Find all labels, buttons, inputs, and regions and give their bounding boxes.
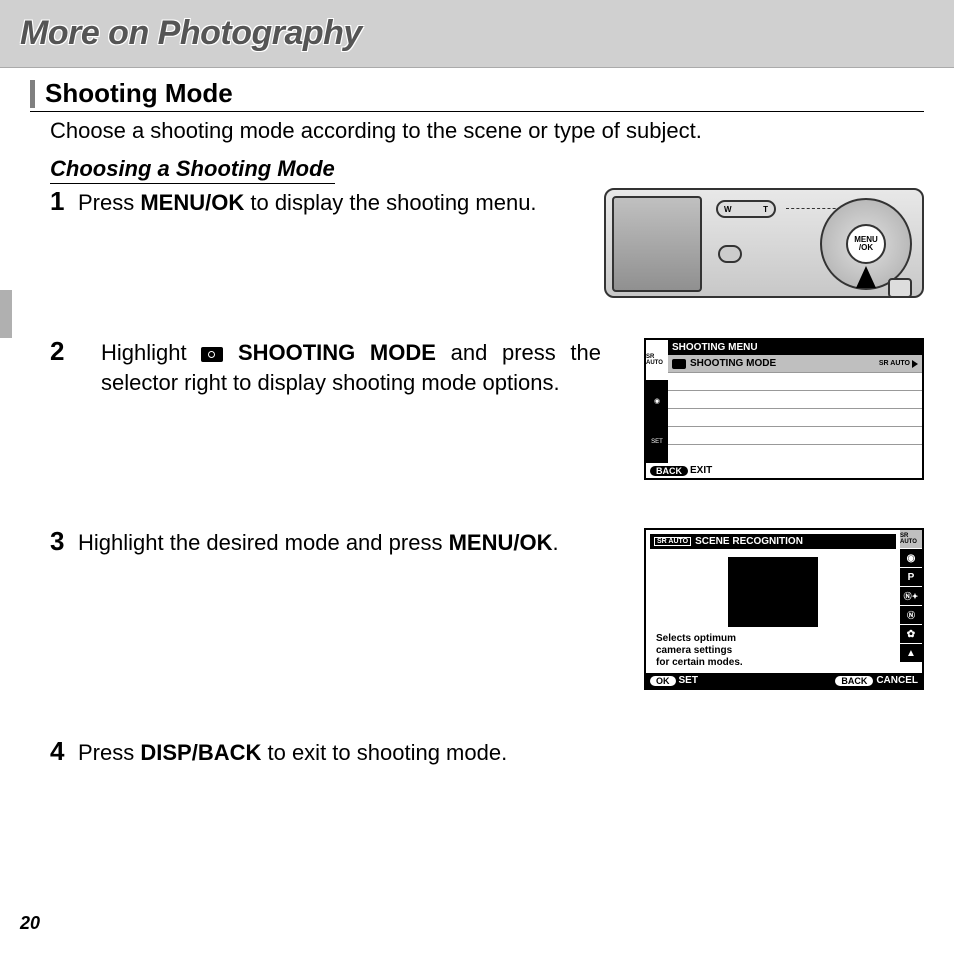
page-content: Shooting Mode Choose a shooting mode acc… (0, 68, 954, 768)
lcd-row-empty (668, 409, 922, 427)
step-number: 4 (50, 738, 78, 764)
camera-icon (201, 347, 223, 362)
step-3: 3 Highlight the desired mode and press M… (50, 528, 924, 690)
lcd-mode-title: SR AUTO SCENE RECOGNITION (650, 534, 896, 549)
footer-label: SET (679, 675, 698, 686)
step-number: 2 (50, 338, 78, 364)
mode-item-natural-icon: Ⓝ (900, 606, 922, 625)
lcd-row-empty (668, 427, 922, 445)
lcd-row-label: SHOOTING MODE (690, 358, 776, 369)
zoom-wide-label: W (724, 205, 732, 214)
section-heading: Shooting Mode (30, 78, 924, 112)
mode-item-flower-icon: ✿ (900, 625, 922, 644)
lcd-mode-title-text: SCENE RECOGNITION (695, 536, 803, 547)
menu-item-ref: SHOOTING MODE (238, 340, 436, 365)
text-fragment: Press (78, 190, 140, 215)
step-text: Highlight SHOOTING MODE and press the se… (101, 338, 601, 397)
lcd-footer: OK SET BACK CANCEL (646, 673, 922, 688)
subsection-heading: Choosing a Shooting Mode (50, 156, 335, 184)
zoom-rocker-icon: W T (716, 200, 776, 218)
button-label-ref: MENU/OK (449, 530, 553, 555)
camera-diagram: W T MENU /OK (604, 188, 924, 298)
lcd-tab-setup-icon: SET (646, 422, 668, 463)
desc-line: for certain modes. (656, 657, 890, 669)
chapter-title: More on Photography (20, 14, 362, 53)
chevron-right-icon (912, 360, 918, 368)
camera-icon (672, 359, 686, 369)
arrow-up-icon (856, 266, 876, 288)
text-fragment: Press (78, 740, 140, 765)
lcd-footer: BACK EXIT (646, 463, 922, 478)
steps-list: 1 Press MENU/OK to display the shooting … (50, 188, 924, 768)
lcd-tab-camera-icon: ◉ (646, 381, 668, 422)
camera-button-icon (718, 245, 742, 263)
back-pill-icon: BACK (835, 676, 873, 686)
lcd-screen-icon (612, 196, 702, 292)
chapter-header: More on Photography (0, 0, 954, 68)
step-1: 1 Press MENU/OK to display the shooting … (50, 188, 924, 298)
text-fragment: to display the shooting menu. (244, 190, 536, 215)
lcd-tab-strip: SR AUTO ◉ SET (646, 340, 668, 463)
step-2: 2 Highlight SHOOTING MODE and press the … (50, 338, 924, 480)
heading-accent-bar (30, 80, 35, 108)
lcd-row-empty (668, 391, 922, 409)
mode-item: P (900, 568, 922, 587)
lcd-row-empty (668, 373, 922, 391)
mode-item-selected: SR AUTO (900, 530, 922, 549)
mode-item-natural-flash-icon: Ⓝ✦ (900, 587, 922, 606)
mode-item-camera-icon: ◉ (900, 549, 922, 568)
step-number: 3 (50, 528, 78, 554)
step-text: Highlight the desired mode and press MEN… (78, 528, 624, 558)
text-fragment: to exit to shooting mode. (261, 740, 507, 765)
desc-line: Selects optimum (656, 633, 890, 645)
mode-preview-thumbnail (728, 557, 818, 627)
step-number: 1 (50, 188, 78, 214)
ok-pill-icon: OK (650, 676, 676, 686)
back-pill-icon: BACK (650, 466, 688, 476)
step-text: Press MENU/OK to display the shooting me… (78, 188, 584, 218)
footer-label: EXIT (690, 465, 712, 476)
menu-ok-button-icon: MENU /OK (846, 224, 886, 264)
text-fragment: Highlight (101, 340, 201, 365)
lcd-menu-title: SHOOTING MENU (668, 340, 922, 355)
disp-back-button-icon (888, 278, 912, 298)
mode-list-strip: SR AUTO ◉ P Ⓝ✦ Ⓝ ✿ ▲ (900, 530, 922, 673)
section-title: Shooting Mode (45, 78, 233, 109)
text-fragment: . (552, 530, 558, 555)
lcd-tab: SR AUTO (646, 340, 668, 381)
page-edge-tab (0, 290, 12, 338)
lcd-mode-select: SR AUTO SCENE RECOGNITION Selects optimu… (644, 528, 924, 690)
desc-line: camera settings (656, 645, 890, 657)
section-intro-text: Choose a shooting mode according to the … (50, 118, 924, 144)
button-label-ref: DISP/BACK (140, 740, 261, 765)
step-text: Press DISP/BACK to exit to shooting mode… (78, 738, 904, 768)
mode-item-mountain-icon: ▲ (900, 644, 922, 663)
lcd-shooting-menu: SR AUTO ◉ SET SHOOTING MENU SHOOTING MOD… (644, 338, 924, 480)
text-fragment: Highlight the desired mode and press (78, 530, 449, 555)
footer-label: CANCEL (876, 675, 918, 686)
lcd-row-empty (668, 445, 922, 463)
page-number: 20 (20, 913, 40, 934)
sr-auto-badge: SR AUTO (654, 537, 691, 546)
lcd-row-selected: SHOOTING MODE SR AUTO (668, 355, 922, 373)
step-4: 4 Press DISP/BACK to exit to shooting mo… (50, 738, 924, 768)
value-text: SR AUTO (879, 360, 910, 367)
mode-description: Selects optimum camera settings for cert… (650, 633, 896, 669)
zoom-tele-label: T (763, 205, 768, 214)
button-label-ref: MENU/OK (140, 190, 244, 215)
lcd-row-value: SR AUTO (879, 360, 918, 368)
